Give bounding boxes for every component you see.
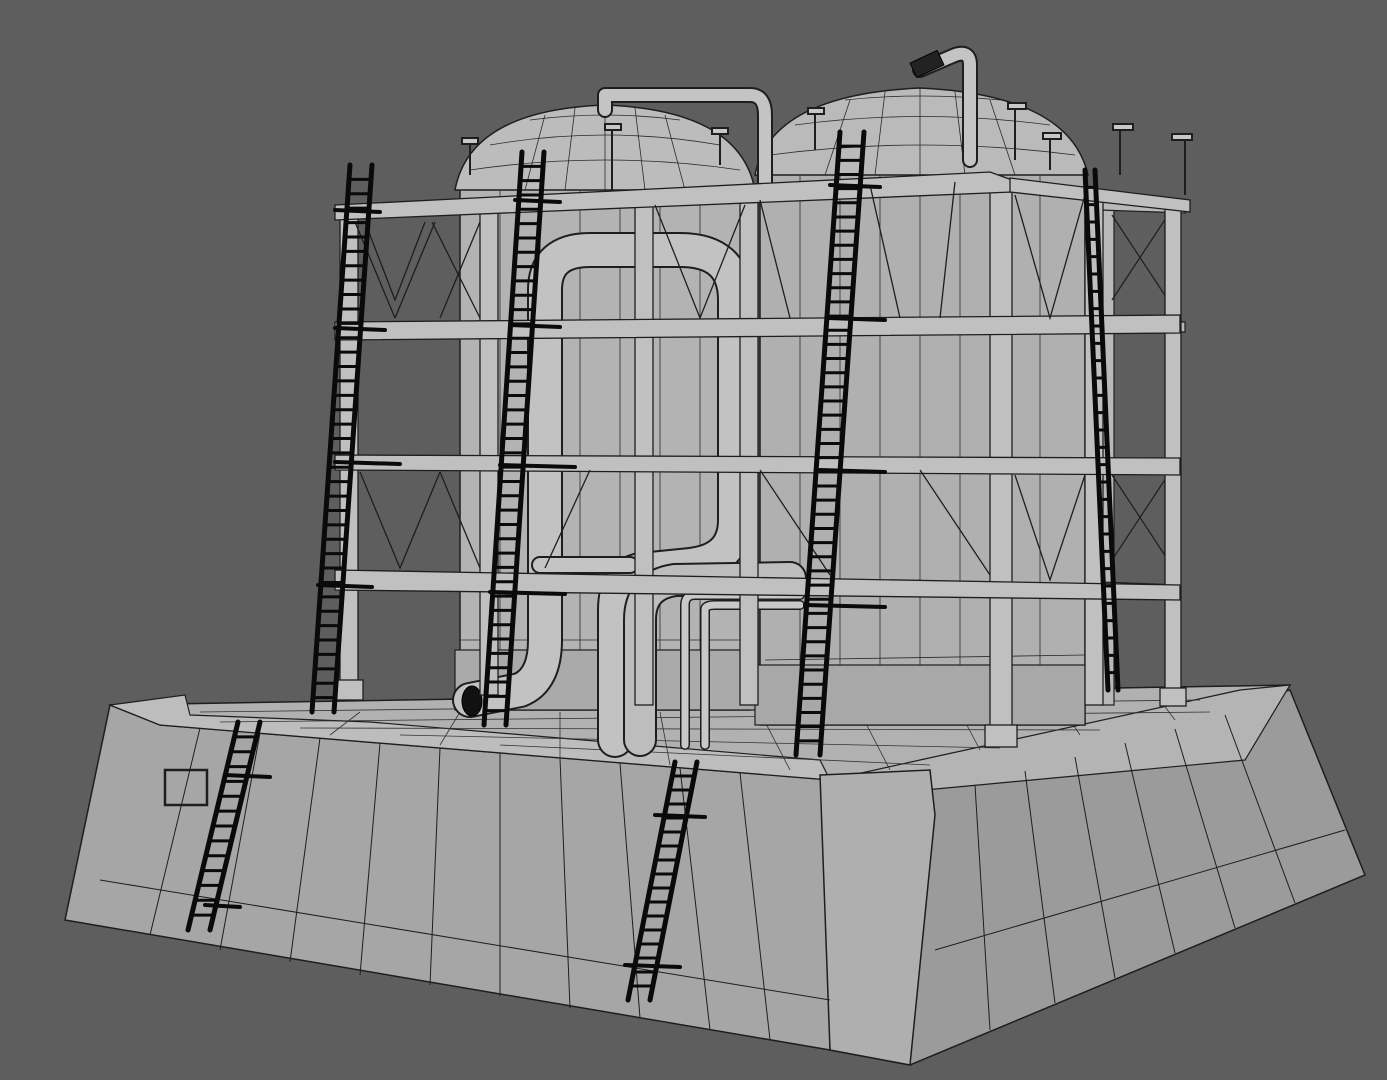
ladder-bracket [653, 813, 707, 819]
ladder-bracket [623, 963, 682, 969]
ladder-bracket [223, 773, 272, 779]
ladder [309, 162, 375, 715]
ladder-bracket [333, 208, 382, 214]
ladder-bracket [818, 468, 887, 474]
tank-right-skirt [754, 664, 1086, 726]
ladder-bracket [203, 903, 242, 909]
wireframe-scene [64, 45, 1366, 1066]
concrete-base [64, 684, 1366, 1066]
ladder-bracket [498, 463, 577, 469]
column [634, 194, 654, 706]
ladder-bracket [333, 460, 402, 466]
pipe-opening [461, 685, 483, 717]
column [1164, 199, 1182, 701]
ladder-bracket [828, 183, 882, 189]
ladder-bracket [513, 198, 562, 204]
ladder-bracket [333, 326, 387, 332]
column [739, 194, 759, 706]
ladder-bracket [316, 583, 374, 589]
ladder-bracket [826, 316, 887, 322]
ladder-bracket [488, 590, 567, 596]
tank-right-dome [754, 87, 1089, 176]
3d-viewport[interactable] [0, 0, 1387, 1080]
ladder-bracket [803, 603, 887, 609]
ladder-bracket [508, 323, 562, 329]
